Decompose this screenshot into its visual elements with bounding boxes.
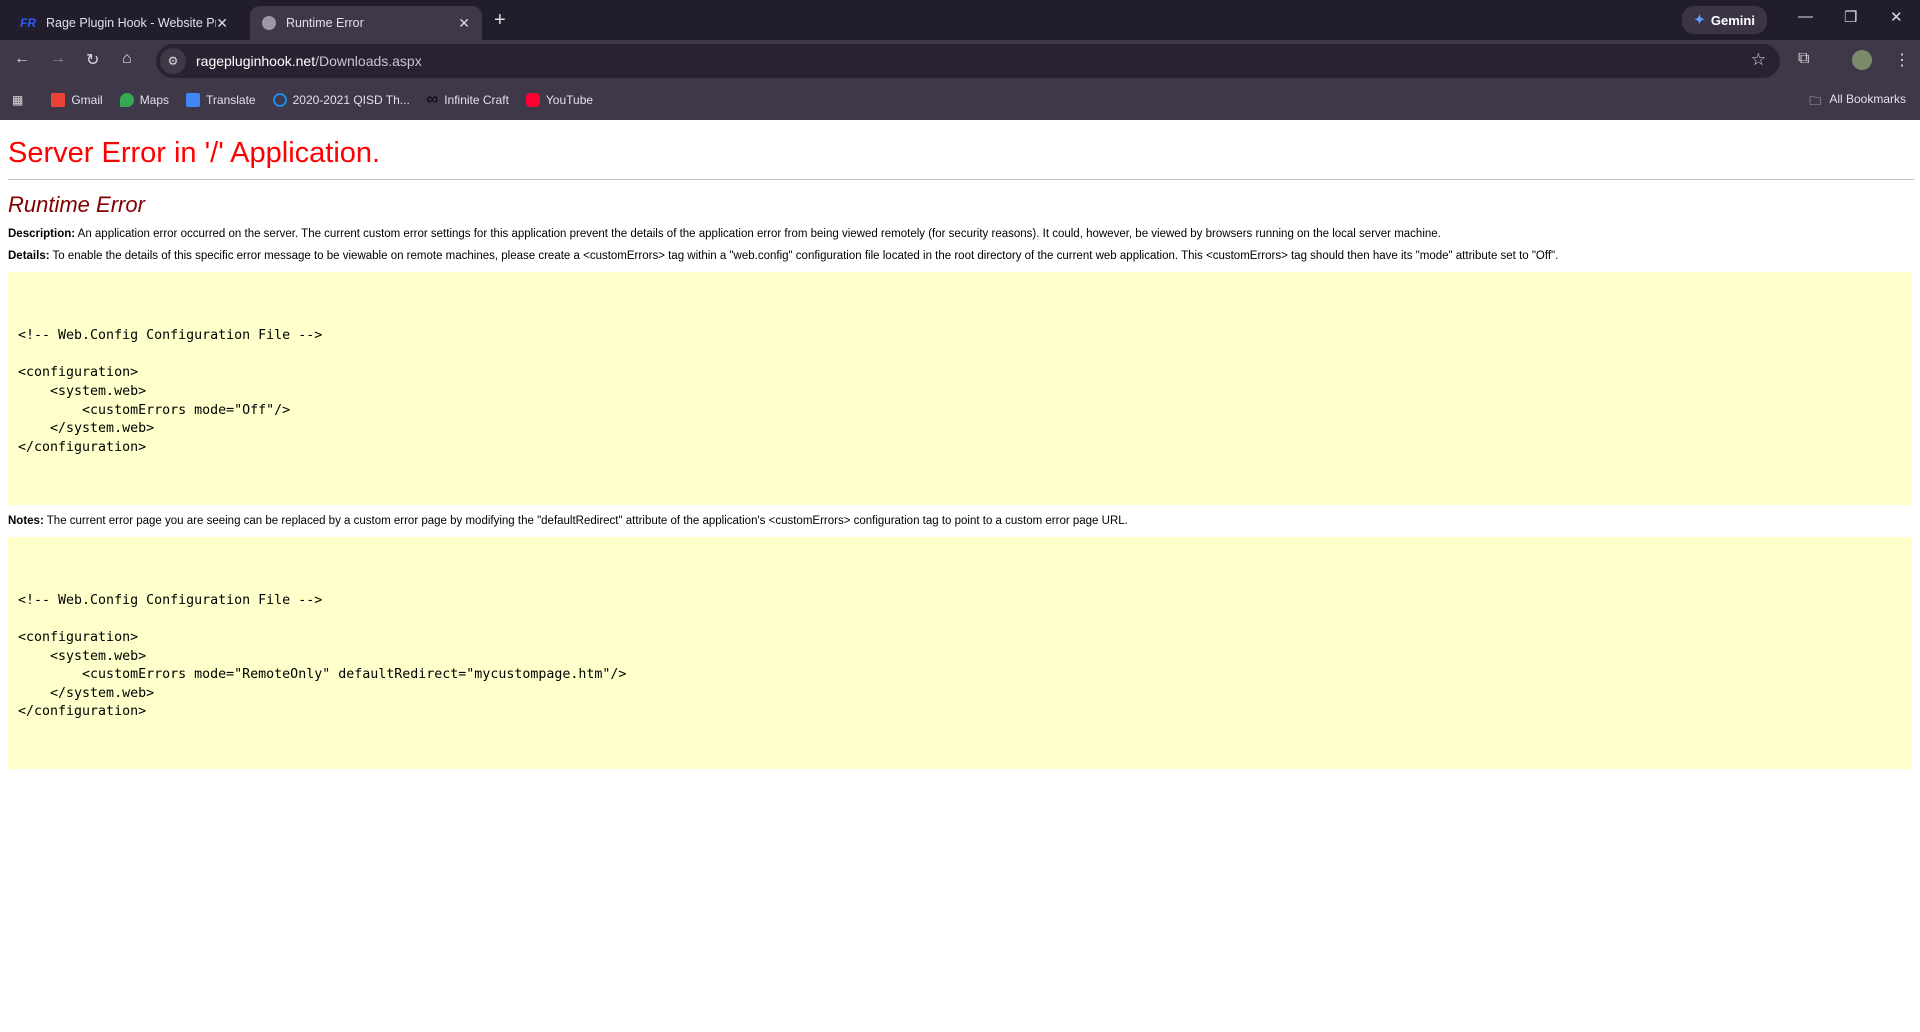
bookmark-maps[interactable]: Maps xyxy=(119,93,170,107)
code-line: <system.web> xyxy=(18,648,147,664)
infinity-icon: ∞ xyxy=(426,91,439,108)
folder-icon: 🗀 xyxy=(1809,94,1822,108)
bookmark-label: 2020-2021 QISD Th... xyxy=(292,93,410,107)
toolbar: ← → ↻ ⌂ ⚙ ragepluginhook.net/Downloads.a… xyxy=(0,40,1920,80)
qisd-icon xyxy=(272,93,287,107)
new-tab-button[interactable]: + xyxy=(494,9,506,32)
code-line: </system.web> xyxy=(18,421,155,437)
details-text: To enable the details of this specific e… xyxy=(49,250,1559,262)
apps-icon[interactable]: ▦ xyxy=(12,93,23,107)
code-line: <system.web> xyxy=(18,383,147,399)
error-subtitle: Runtime Error xyxy=(8,192,145,217)
code-block-config-remoteonly: <!-- Web.Config Configuration File --> <c… xyxy=(8,536,1912,770)
maps-icon xyxy=(119,93,134,107)
code-block-config-off: <!-- Web.Config Configuration File --> <c… xyxy=(8,272,1912,505)
code-line: </configuration> xyxy=(18,704,147,720)
bookmark-label: YouTube xyxy=(545,93,594,107)
bookmark-label: Maps xyxy=(139,93,170,107)
bookmark-star-icon[interactable]: ☆ xyxy=(1751,50,1766,70)
reload-button[interactable]: ↻ xyxy=(86,50,99,70)
tab-rage-plugin-hook[interactable]: FR Rage Plugin Hook - Website Pro ✕ xyxy=(8,6,240,40)
close-window-button[interactable]: ✕ xyxy=(1890,8,1903,26)
code-line: <!-- Web.Config Configuration File --> xyxy=(18,592,323,608)
code-line: <!-- Web.Config Configuration File --> xyxy=(18,328,323,344)
code-line: <customErrors mode="RemoteOnly" defaultR… xyxy=(18,667,627,683)
tab-bar: FR Rage Plugin Hook - Website Pro ✕ Runt… xyxy=(0,0,1920,40)
menu-icon[interactable]: ⋮ xyxy=(1894,50,1910,70)
description-label: Description: xyxy=(8,228,76,240)
bookmark-youtube[interactable]: YouTube xyxy=(525,93,594,107)
code-line: <configuration> xyxy=(18,629,139,645)
code-line: <customErrors mode="Off"/> xyxy=(18,402,291,418)
gmail-icon xyxy=(51,93,66,107)
url-path: /Downloads.aspx xyxy=(315,53,422,69)
page-content: Server Error in '/' Application. Runtime… xyxy=(0,137,1920,770)
url-host: ragepluginhook.net xyxy=(196,53,316,69)
restore-button[interactable]: ❐ xyxy=(1844,8,1857,26)
forward-button[interactable]: → xyxy=(50,50,66,68)
description-paragraph: Description: An application error occurr… xyxy=(8,228,1912,240)
details-label: Details: xyxy=(8,250,50,262)
tab-title: Rage Plugin Hook - Website Pro xyxy=(46,16,217,30)
bookmark-label: Translate xyxy=(206,93,256,107)
notes-label: Notes: xyxy=(8,514,44,527)
gemini-label: Gemini xyxy=(1710,12,1755,28)
rph-favicon-icon: FR xyxy=(20,16,36,30)
youtube-icon xyxy=(525,93,540,107)
details-paragraph: Details: To enable the details of this s… xyxy=(8,250,1912,262)
notes-paragraph: Notes: The current error page you are se… xyxy=(8,515,1912,527)
bookmark-label: Gmail xyxy=(71,93,103,107)
description-text: An application error occurred on the ser… xyxy=(75,228,1441,240)
code-line: </configuration> xyxy=(18,439,147,455)
bookmark-label: Infinite Craft xyxy=(444,93,509,107)
all-bookmarks-label: All Bookmarks xyxy=(1829,92,1906,106)
profile-avatar[interactable] xyxy=(1852,50,1872,70)
bookmark-gmail[interactable]: Gmail xyxy=(51,93,103,107)
lens-search-icon[interactable]: ⧉ xyxy=(1798,50,1809,68)
all-bookmarks-button[interactable]: 🗀 All Bookmarks xyxy=(1809,92,1906,113)
tab-runtime-error[interactable]: Runtime Error ✕ xyxy=(250,6,482,40)
back-button[interactable]: ← xyxy=(14,50,30,68)
address-bar[interactable]: ⚙ ragepluginhook.net/Downloads.aspx ☆ xyxy=(156,44,1780,78)
bookmarks-bar: ▦ Gmail Maps Translate 2020-2021 QISD Th… xyxy=(0,80,1920,120)
home-button[interactable]: ⌂ xyxy=(122,50,132,68)
code-line: <configuration> xyxy=(18,365,139,381)
page-title: Server Error in '/' Application. xyxy=(8,137,381,169)
divider xyxy=(8,179,1914,180)
code-line: </system.web> xyxy=(18,685,155,701)
notes-text: The current error page you are seeing ca… xyxy=(43,514,1128,527)
translate-icon xyxy=(186,93,201,107)
close-tab-icon[interactable]: ✕ xyxy=(458,15,470,32)
close-tab-icon[interactable]: ✕ xyxy=(216,15,228,32)
bookmark-translate[interactable]: Translate xyxy=(186,93,256,107)
gemini-icon: ✦ xyxy=(1694,12,1705,27)
url-text[interactable]: ragepluginhook.net/Downloads.aspx xyxy=(196,53,422,69)
tab-title: Runtime Error xyxy=(286,16,364,30)
bookmark-infinite-craft[interactable]: ∞ Infinite Craft xyxy=(427,91,509,109)
bookmark-qisd[interactable]: 2020-2021 QISD Th... xyxy=(272,93,410,107)
gemini-button[interactable]: ✦ Gemini xyxy=(1682,6,1767,34)
minimize-button[interactable]: — xyxy=(1798,8,1813,25)
globe-icon xyxy=(262,16,276,30)
site-info-icon[interactable]: ⚙ xyxy=(160,48,186,74)
